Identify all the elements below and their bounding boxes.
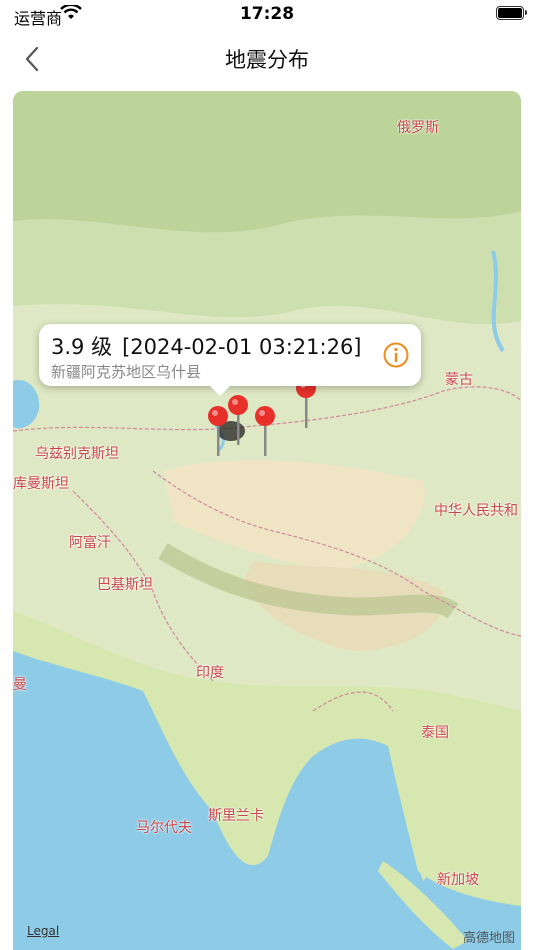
label-afghanistan: 阿富汗: [69, 535, 111, 551]
label-maldives: 马尔代夫: [136, 820, 192, 836]
label-russia: 俄罗斯: [397, 120, 439, 136]
label-mongolia: 蒙古: [445, 372, 473, 388]
label-left-edge: 曼: [13, 677, 27, 693]
earthquake-callout[interactable]: 3.9 级 [2024-02-01 03:21:26] 新疆阿克苏地区乌什县: [39, 324, 421, 396]
status-bar: 运营商 17:28: [0, 0, 534, 30]
earthquake-pin[interactable]: [253, 405, 277, 456]
map-pin-icon: [208, 406, 228, 456]
battery-icon: [496, 6, 527, 20]
map-brand-logo: 高德地图: [462, 931, 515, 946]
info-icon: [383, 342, 409, 368]
earthquake-pin-selected[interactable]: [206, 405, 230, 456]
map-pin-icon: [255, 406, 275, 456]
earthquake-map[interactable]: 俄罗斯 蒙古 乌兹别克斯坦 库曼斯坦 中华人民共和 阿富汗 巴基斯坦 印度 曼 …: [13, 91, 521, 950]
callout-title: 3.9 级 [2024-02-01 03:21:26]: [51, 331, 362, 361]
callout-magnitude: 3.9 级: [51, 335, 113, 359]
label-srilanka: 斯里兰卡: [208, 808, 264, 824]
callout-location: 新疆阿克苏地区乌什县: [51, 363, 202, 381]
label-thailand: 泰国: [421, 725, 449, 741]
label-uzbekistan: 乌兹别克斯坦: [35, 446, 119, 462]
label-pakistan: 巴基斯坦: [97, 577, 153, 593]
info-button[interactable]: [383, 342, 409, 368]
navigation-bar: 地震分布: [0, 30, 534, 86]
map-base: [13, 91, 521, 950]
label-china: 中华人民共和: [434, 503, 518, 519]
label-turkmenistan: 库曼斯坦: [13, 476, 69, 492]
callout-time: [2024-02-01 03:21:26]: [122, 335, 362, 359]
legal-link[interactable]: Legal: [27, 924, 59, 938]
label-india: 印度: [196, 665, 224, 681]
page-title: 地震分布: [225, 48, 309, 72]
clock: 17:28: [239, 4, 295, 24]
label-singapore: 新加坡: [437, 872, 479, 888]
